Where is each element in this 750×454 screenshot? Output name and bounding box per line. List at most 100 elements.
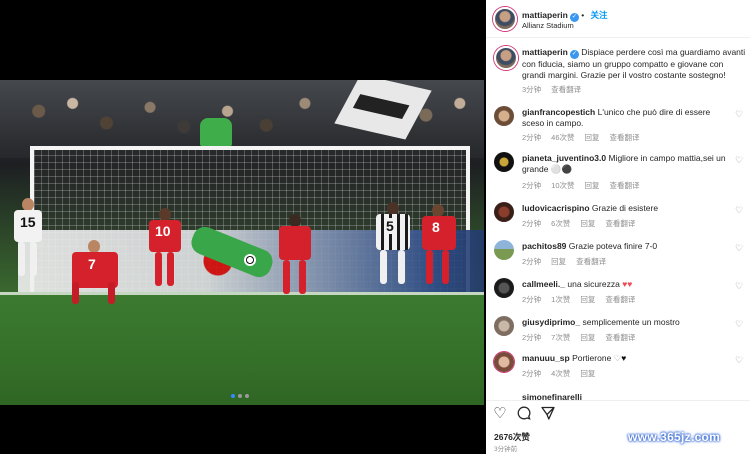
see-translation-link[interactable]: 查看翻译 [605, 219, 635, 228]
reply-button[interactable]: 回复 [551, 257, 566, 266]
comment-panel: mattiaperin ✓ • 关注 Allianz Stadium mattia… [486, 0, 750, 454]
red-heart-emoji: ♥♥ [622, 279, 633, 289]
post-likes-count[interactable]: 2676次赞 [494, 431, 530, 443]
carousel-dot[interactable] [238, 394, 242, 398]
jersey-number: 5 [385, 218, 395, 234]
jersey-number: 7 [88, 256, 96, 272]
action-bar: ♡ 2676次赞 3分钟前 [486, 400, 750, 454]
comment-time: 2分钟 [522, 257, 542, 266]
comment-item: ludovicacrispino Grazie di esistere 2分钟 6… [494, 202, 746, 232]
reply-button[interactable]: 回复 [585, 133, 600, 142]
commenter-avatar[interactable] [494, 240, 514, 260]
author-username[interactable]: mattiaperin [522, 10, 568, 20]
comment-username[interactable]: pianeta_juventino3.0 [522, 153, 606, 163]
comment-likes[interactable]: 46次赞 [551, 133, 574, 142]
reply-button[interactable]: 回复 [585, 181, 600, 190]
comment-likes[interactable]: 7次赞 [551, 333, 570, 342]
media-area: 15 10 7 5 8 [0, 0, 486, 454]
comment-username[interactable]: pachitos89 [522, 241, 566, 251]
verified-icon: ✓ [569, 50, 579, 59]
comment-username[interactable]: ludovicacrispino [522, 203, 590, 213]
see-translation-link[interactable]: 查看翻译 [610, 181, 640, 190]
player-red-10: 10 [145, 208, 185, 308]
emoji-white-circle: ⚪ [550, 164, 562, 174]
see-translation-link[interactable]: 查看翻译 [605, 295, 635, 304]
comment-username[interactable]: simonefinarelli [522, 392, 582, 400]
post-time: 3分钟前 [494, 446, 518, 453]
comment-text: Grazie poteva finire 7-0 [568, 241, 658, 251]
jersey-number: 10 [155, 223, 171, 239]
see-translation-link[interactable]: 查看翻译 [576, 257, 606, 266]
author-avatar[interactable] [494, 46, 518, 70]
reply-button[interactable]: 回复 [580, 295, 595, 304]
comment-likes[interactable]: 10次赞 [551, 181, 574, 190]
location-link[interactable]: Allianz Stadium [522, 21, 574, 30]
fan-green-shirt [200, 118, 232, 146]
comment-time: 2分钟 [522, 369, 542, 378]
see-translation-link[interactable]: 查看翻译 [610, 133, 640, 142]
comment-item: giusydiprimo_ semplicemente un mostro 2分… [494, 316, 746, 346]
commenter-avatar[interactable] [494, 106, 514, 126]
emoji-black-circle: ⚫ [561, 164, 573, 174]
reply-button[interactable]: 回复 [580, 333, 595, 342]
comment-username[interactable]: callmeeli._ [522, 279, 565, 289]
commenter-avatar[interactable] [494, 202, 514, 222]
comment-text: Grazie di esistere [591, 203, 659, 213]
like-comment-heart-icon[interactable]: ♡ [734, 281, 744, 291]
comment-item: pianeta_juventino3.0 Migliore in campo m… [494, 152, 746, 192]
comment-time: 2分钟 [522, 181, 542, 190]
comment-time: 2分钟 [522, 295, 542, 304]
carousel-dots [231, 394, 249, 398]
comment-time: 2分钟 [522, 133, 542, 142]
player-white-5: 5 [372, 202, 414, 306]
comment-likes[interactable]: 1次赞 [551, 295, 570, 304]
comment-likes[interactable]: 4次赞 [551, 369, 570, 378]
like-comment-heart-icon[interactable]: ♡ [734, 243, 744, 253]
comment-time: 2分钟 [522, 219, 542, 228]
football [244, 254, 256, 266]
like-comment-heart-icon[interactable]: ♡ [734, 109, 744, 119]
caption-time: 3分钟 [522, 85, 542, 94]
post-photo[interactable]: 15 10 7 5 8 [0, 80, 484, 405]
black-heart-emoji: ♥ [621, 353, 627, 363]
player-red-7: 7 [66, 240, 124, 310]
carousel-dot[interactable] [245, 394, 249, 398]
comment-text: una sicurezza [567, 279, 620, 289]
see-translation-link[interactable]: 查看翻译 [551, 85, 581, 94]
comment-item: manuuu_sp Portierone ♡♥ 2分钟 4次赞 回复 ♡ [494, 352, 746, 382]
author-avatar[interactable] [493, 7, 517, 31]
like-comment-heart-icon[interactable]: ♡ [734, 319, 744, 329]
carousel-dot-active[interactable] [231, 394, 235, 398]
commenter-avatar[interactable] [494, 352, 514, 372]
like-comment-heart-icon[interactable]: ♡ [734, 205, 744, 215]
caption-username[interactable]: mattiaperin [522, 47, 568, 57]
comment-username[interactable]: giusydiprimo_ [522, 317, 580, 327]
comment-icon[interactable] [516, 406, 532, 422]
heart-icon[interactable]: ♡ [492, 406, 508, 422]
player-white-15: 15 [10, 198, 46, 298]
commenter-avatar[interactable] [494, 152, 514, 172]
comment-item: pachitos89 Grazie poteva finire 7-0 2分钟回… [494, 240, 746, 270]
comment-username[interactable]: manuuu_sp [522, 353, 570, 363]
reply-button[interactable]: 回复 [580, 369, 595, 378]
like-comment-heart-icon[interactable]: ♡ [734, 155, 744, 165]
player-red-back [275, 214, 315, 310]
follow-button[interactable]: 关注 [591, 10, 608, 20]
caption: mattiaperin ✓ Dispiace perdere così ma gu… [494, 46, 746, 94]
like-comment-heart-icon[interactable]: ♡ [734, 355, 744, 365]
commenter-avatar[interactable] [494, 278, 514, 298]
share-icon[interactable] [540, 406, 556, 422]
comment-item: gianfrancopestich L'unico che può dire d… [494, 106, 746, 146]
comment-likes[interactable]: 6次赞 [551, 219, 570, 228]
reply-button[interactable]: 回复 [580, 219, 595, 228]
player-red-8: 8 [420, 204, 460, 302]
comment-item: callmeeli._ una sicurezza ♥♥ 2分钟 1次赞 回复 查看翻… [494, 278, 746, 308]
jersey-number: 15 [20, 214, 36, 230]
see-translation-link[interactable]: 查看翻译 [605, 333, 635, 342]
comment-item: simonefinarelli [494, 392, 746, 400]
comment-time: 2分钟 [522, 333, 542, 342]
comment-username[interactable]: gianfrancopestich [522, 107, 595, 117]
commenter-avatar[interactable] [494, 316, 514, 336]
jersey-number: 8 [432, 219, 440, 235]
comment-text: Portierone [572, 353, 612, 363]
